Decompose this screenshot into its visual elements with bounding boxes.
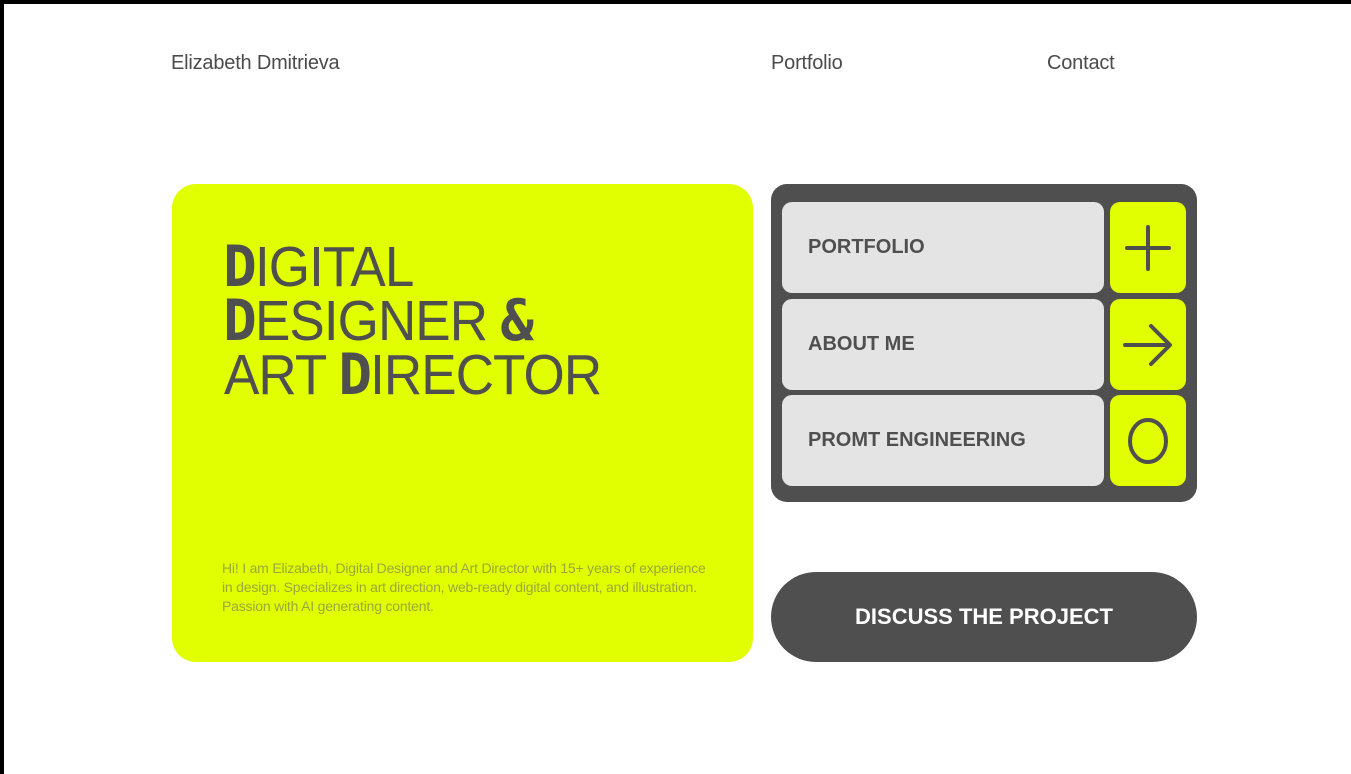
menu-item-label[interactable]: PORTFOLIO: [782, 202, 1104, 293]
menu-item-promt-engineering[interactable]: PROMT ENGINEERING: [782, 395, 1186, 486]
headline-line-3: ART DIRECTOR: [224, 342, 602, 408]
menu-item-portfolio[interactable]: PORTFOLIO: [782, 202, 1186, 293]
discuss-project-button[interactable]: DISCUSS THE PROJECT: [771, 572, 1197, 662]
menu-panel: PORTFOLIO ABOUT ME PROMT ENGINEERING: [771, 184, 1197, 502]
plus-icon[interactable]: [1110, 202, 1186, 293]
headline-line-2: DESIGNER &: [223, 288, 601, 354]
headline-line-1: DIGITAL: [223, 234, 601, 300]
hero-intro-text: Hi! I am Elizabeth, Digital Designer and…: [222, 560, 706, 614]
circle-icon[interactable]: [1110, 395, 1186, 486]
menu-item-label[interactable]: PROMT ENGINEERING: [782, 395, 1104, 486]
nav-link-contact[interactable]: Contact: [1047, 52, 1115, 75]
site-owner-name[interactable]: Elizabeth Dmitrieva: [171, 52, 340, 75]
pixel-initial: D: [338, 342, 372, 408]
arrow-right-icon[interactable]: [1110, 299, 1186, 390]
pixel-initial: D: [223, 288, 257, 354]
hero-headline: DIGITAL DESIGNER & ART DIRECTOR: [223, 234, 602, 408]
menu-item-label[interactable]: ABOUT ME: [782, 299, 1104, 390]
nav-link-portfolio[interactable]: Portfolio: [771, 52, 843, 75]
hero-card: DIGITAL DESIGNER & ART DIRECTOR Hi! I am…: [172, 184, 753, 662]
pixel-ampersand: &: [500, 288, 534, 354]
pixel-initial: D: [223, 234, 257, 300]
menu-item-about-me[interactable]: ABOUT ME: [782, 299, 1186, 390]
headline-text: IRECTOR: [370, 343, 602, 407]
